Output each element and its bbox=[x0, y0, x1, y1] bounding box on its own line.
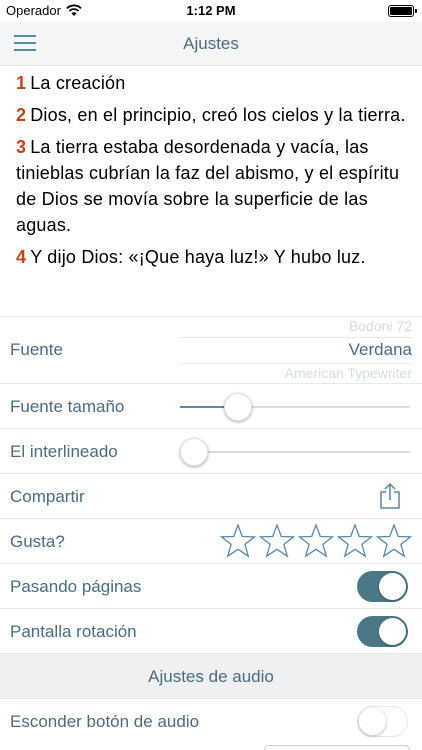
font-option[interactable]: American Typewriter bbox=[285, 365, 412, 381]
font-option-selected[interactable]: Verdana bbox=[349, 340, 412, 360]
verse-number: 4 bbox=[16, 247, 27, 267]
screen-rotation-label: Pantalla rotación bbox=[10, 622, 137, 641]
page-title: Ajustes bbox=[183, 34, 239, 53]
verse-number: 3 bbox=[16, 137, 27, 157]
screen-rotation-row: Pantalla rotación bbox=[0, 608, 422, 653]
verse: 3 La tierra estaba desordenada y vacía, l… bbox=[16, 134, 406, 238]
star-outline-icon[interactable] bbox=[298, 523, 334, 559]
rating-label: Gusta? bbox=[10, 532, 65, 551]
verse-number: 1 bbox=[16, 73, 27, 93]
share-label: Compartir bbox=[10, 487, 85, 506]
share-row[interactable]: Compartir bbox=[0, 473, 422, 518]
verse-text: La tierra estaba desordenada y vacía, la… bbox=[16, 137, 400, 235]
font-size-label: Fuente tamaño bbox=[10, 397, 125, 416]
section-title: Ajustes de audio bbox=[148, 667, 274, 686]
star-outline-icon[interactable] bbox=[220, 523, 256, 559]
toggle-knob bbox=[379, 573, 406, 600]
rating-row: Gusta? bbox=[0, 518, 422, 563]
navigation-bar: Ajustes bbox=[0, 22, 422, 66]
verse-text: Y dijo Dios: «¡Que haya luz!» Y hubo luz… bbox=[30, 247, 366, 267]
toggle-knob bbox=[379, 618, 406, 645]
settings-list: Fuente Bodoni 72 Verdana American Typewr… bbox=[0, 316, 422, 743]
star-outline-icon[interactable] bbox=[337, 523, 373, 559]
screen-rotation-toggle[interactable] bbox=[357, 616, 408, 647]
share-icon[interactable] bbox=[378, 482, 402, 510]
next-row-control[interactable] bbox=[264, 745, 410, 750]
verse-number: 2 bbox=[16, 105, 27, 125]
font-size-row: Fuente tamaño bbox=[0, 383, 422, 428]
slider-thumb[interactable] bbox=[223, 393, 252, 421]
star-outline-icon[interactable] bbox=[259, 523, 295, 559]
font-label: Fuente bbox=[10, 340, 63, 359]
font-picker[interactable]: Bodoni 72 Verdana American Typewriter bbox=[180, 317, 412, 384]
verse: 1 La creación bbox=[16, 70, 406, 96]
status-bar: Operador 1:12 PM bbox=[0, 0, 422, 22]
hide-audio-button-row: Esconder botón de audio bbox=[0, 698, 422, 743]
verse-preview: 1 La creación 2 Dios, en el principio, cre… bbox=[0, 66, 422, 316]
slider-thumb[interactable] bbox=[179, 438, 208, 466]
font-row: Fuente Bodoni 72 Verdana American Typewr… bbox=[0, 316, 422, 383]
page-turn-toggle[interactable] bbox=[357, 571, 408, 602]
verse: 2 Dios, en el principio, creó los cielos … bbox=[16, 102, 406, 128]
verse: 4Y dijo Dios: «¡Que haya luz!» Y hubo lu… bbox=[16, 244, 406, 270]
line-spacing-row: El interlineado bbox=[0, 428, 422, 473]
font-size-slider[interactable] bbox=[180, 393, 410, 421]
verse-text: La creación bbox=[30, 73, 126, 93]
hide-audio-button-label: Esconder botón de audio bbox=[10, 712, 200, 731]
page-turn-label: Pasando páginas bbox=[10, 577, 142, 596]
toggle-knob bbox=[359, 708, 386, 735]
star-outline-icon[interactable] bbox=[376, 523, 412, 559]
battery-icon bbox=[388, 5, 417, 17]
page-turn-row: Pasando páginas bbox=[0, 563, 422, 608]
star-rating[interactable] bbox=[220, 523, 412, 559]
line-spacing-label: El interlineado bbox=[10, 442, 118, 461]
font-option[interactable]: Bodoni 72 bbox=[349, 318, 412, 334]
verse-text: Dios, en el principio, creó los cielos y… bbox=[30, 105, 406, 125]
audio-section-header: Ajustes de audio bbox=[0, 653, 422, 698]
line-spacing-slider[interactable] bbox=[179, 438, 410, 466]
hide-audio-button-toggle[interactable] bbox=[357, 706, 408, 737]
clock: 1:12 PM bbox=[186, 3, 236, 18]
